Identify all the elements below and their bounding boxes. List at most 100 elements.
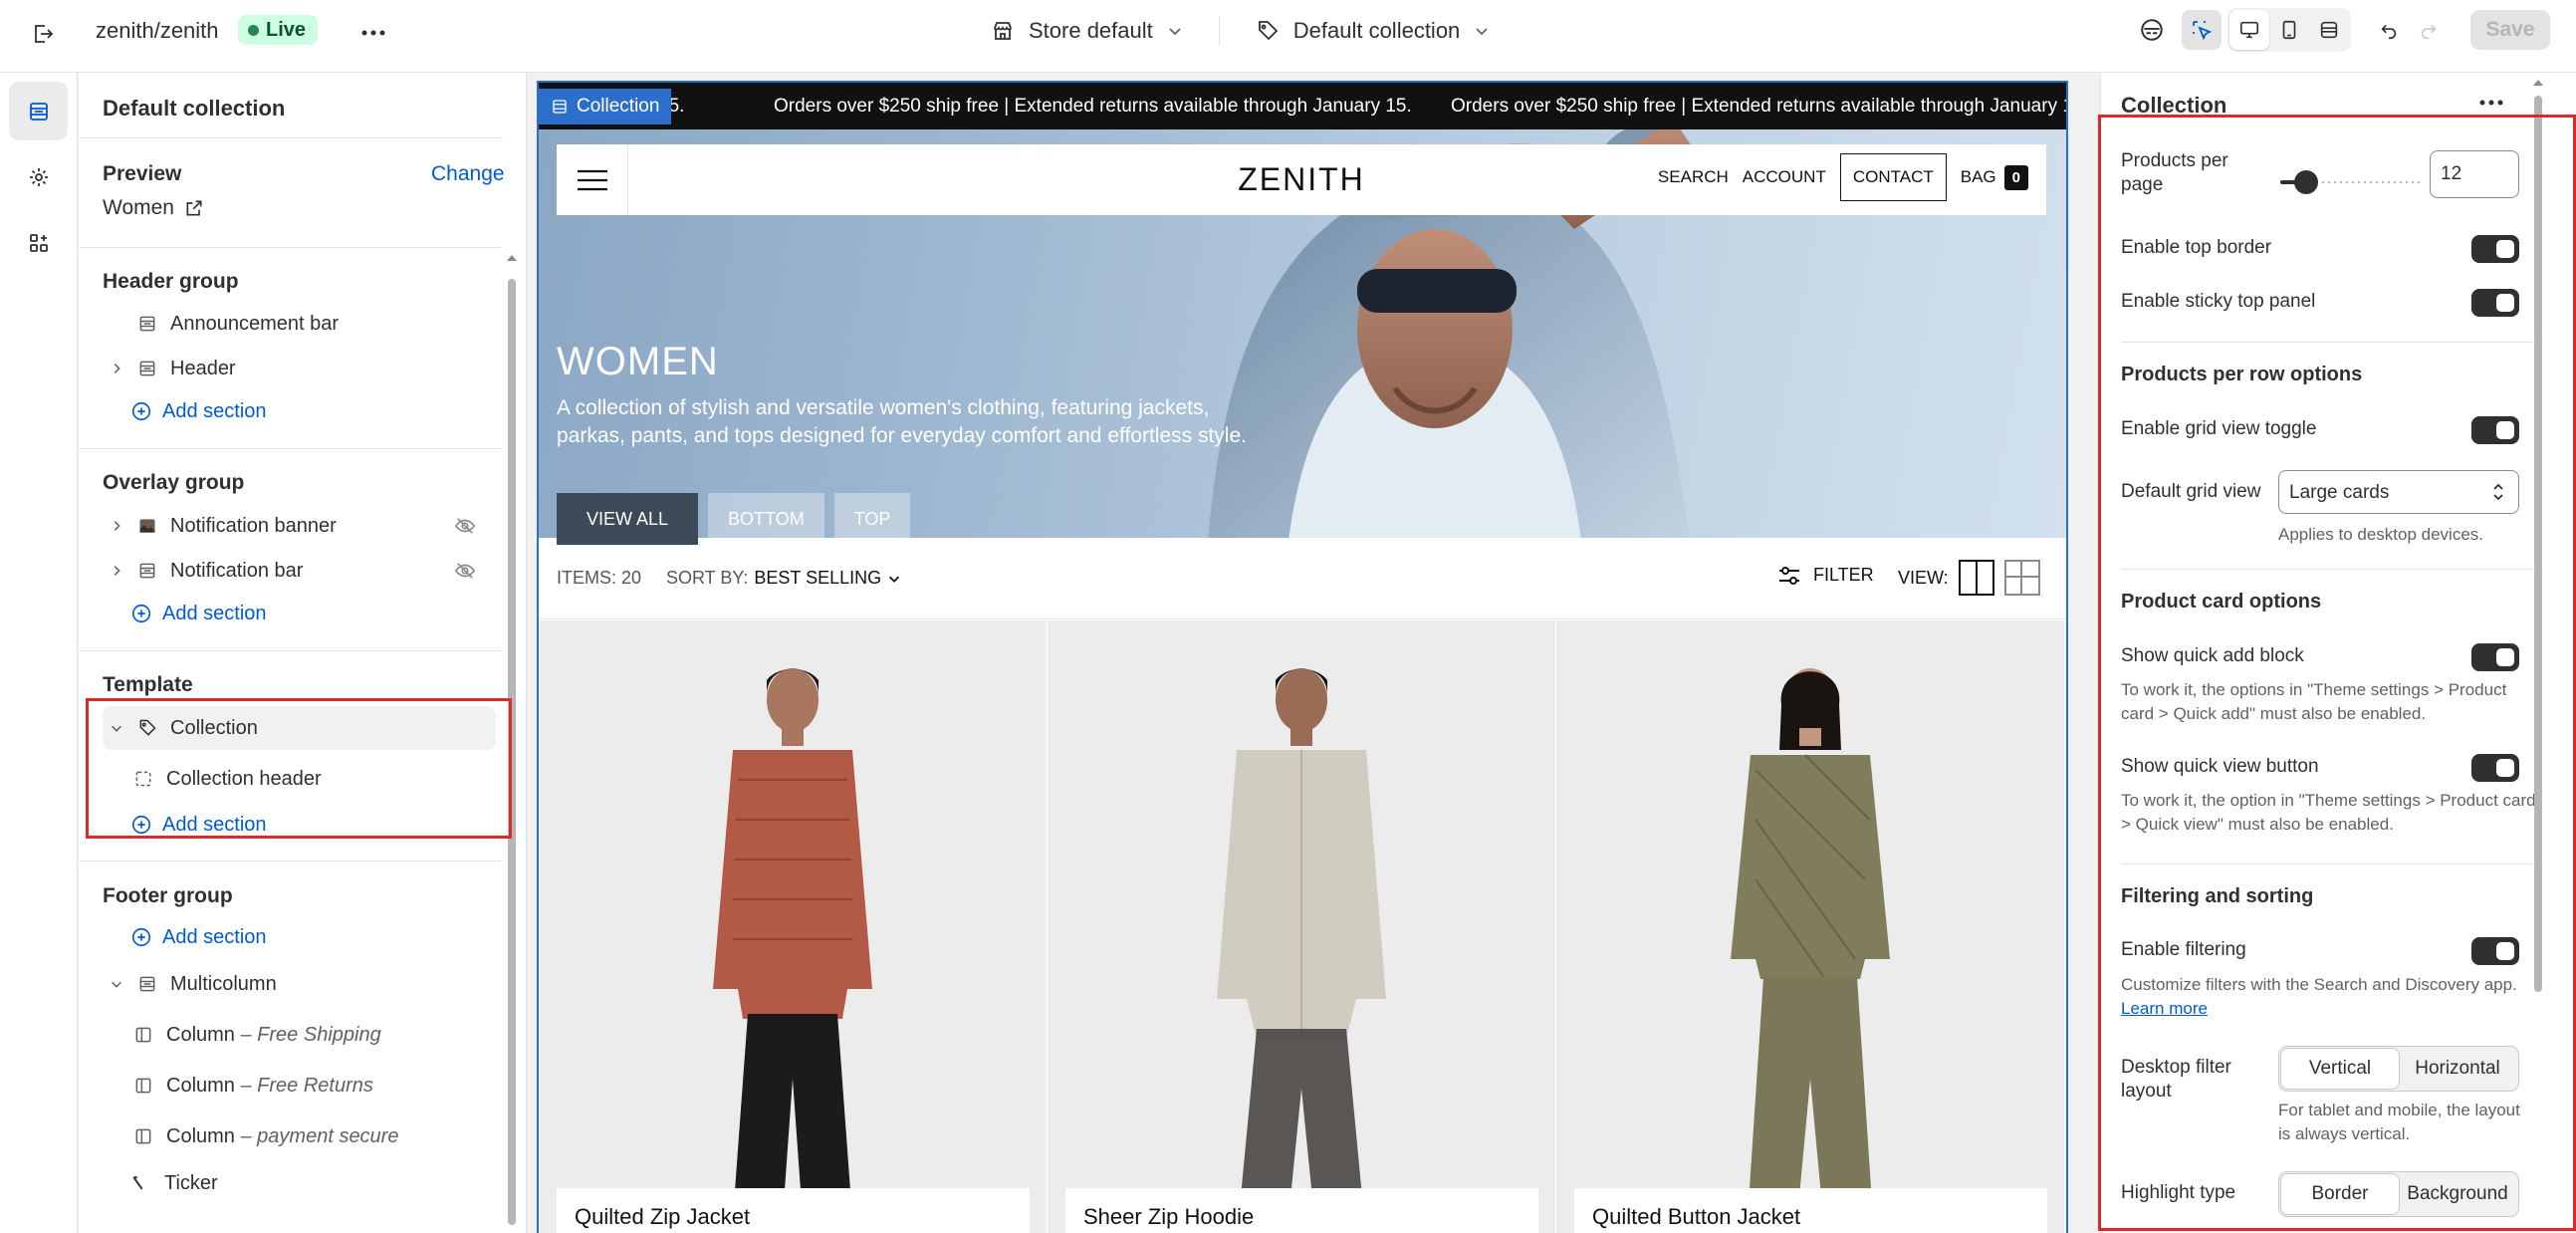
fullscreen-icon[interactable] [2309,10,2349,50]
chevron-down-icon[interactable] [103,721,130,735]
products-per-page-label: Products per page [2121,150,2228,195]
gear-icon[interactable] [9,147,68,206]
product-name[interactable]: Quilted Zip Jacket [557,1188,1030,1233]
apps-icon[interactable] [9,213,68,272]
grid-4-icon[interactable] [2003,560,2040,596]
chevron-right-icon[interactable] [103,362,130,375]
show-quick-add-label: Show quick add block [2121,645,2304,666]
enable-top-border-label: Enable top border [2121,237,2272,258]
enable-top-border-toggle[interactable] [2471,235,2519,263]
enable-filtering-toggle[interactable] [2471,937,2519,965]
preview-resource[interactable]: Women [103,196,204,220]
section-multicolumn[interactable]: Multicolumn [103,962,496,1006]
chevron-down-icon [1169,28,1181,36]
announcement-bar[interactable]: 15. Orders over $250 ship free | Extende… [539,83,2066,129]
collection-toolbar: ITEMS: 20 SORT BY: BEST SELLING FILTER V… [539,538,2066,619]
enable-sticky-top-panel-label: Enable sticky top panel [2121,291,2316,312]
redo-icon[interactable] [2409,10,2449,50]
block-column-payment-secure[interactable]: Column – payment secure [126,1114,496,1158]
column-icon [126,1126,160,1146]
hidden-eye-icon[interactable] [454,515,476,543]
add-section-button[interactable]: Add section [130,922,267,952]
filter-horizontal-option[interactable]: Horizontal [2399,1049,2516,1089]
product-card-heading: Product card options [2121,591,2322,613]
nav-contact[interactable]: CONTACT [1839,153,1947,201]
section-notification-banner[interactable]: Notification banner [103,504,496,548]
section-icon [553,100,567,114]
block-column-free-returns[interactable]: Column – Free Returns [126,1064,496,1108]
template-select[interactable]: Default collection [1256,18,1491,44]
save-button[interactable]: Save [2470,10,2550,50]
product-card[interactable]: Quilted Zip Jacket [539,620,1048,1233]
block-label: Column – payment secure [166,1125,398,1148]
enable-filtering-label: Enable filtering [2121,939,2246,960]
scrollbar-thumb[interactable] [2534,96,2542,992]
settings-scrollbar[interactable] [2531,76,2545,1231]
nav-bag[interactable]: BAG 0 [1961,164,2028,190]
bottom-button[interactable]: BOTTOM [708,493,824,545]
default-grid-view-help: Applies to desktop devices. [2278,525,2484,544]
scrollbar-thumb[interactable] [508,279,516,1225]
product-card[interactable]: Quilted Button Jacket [1556,620,2065,1233]
product-card[interactable]: Sheer Zip Hoodie [1048,620,1556,1233]
sidebar-scrollbar[interactable] [505,247,519,1233]
highlight-type-control: Border Background [2278,1171,2519,1217]
section-header[interactable]: Header [103,347,496,390]
mobile-icon[interactable] [2269,10,2309,50]
more-icon[interactable] [358,18,388,48]
product-name[interactable]: Quilted Button Jacket [1574,1188,2047,1233]
inspector-icon[interactable] [2182,10,2222,50]
top-bar: zenith/zenith Live Store default Default… [0,0,2576,73]
enable-grid-view-toggle[interactable] [2471,416,2519,444]
add-section-button[interactable]: Add section [130,810,267,840]
exit-icon[interactable] [26,17,60,51]
highlight-border-option[interactable]: Border [2281,1174,2399,1214]
section-collection[interactable]: Collection [103,706,496,750]
chevron-right-icon[interactable] [103,564,130,578]
sections-icon[interactable] [9,82,68,140]
hero-description: A collection of stylish and versatile wo… [557,396,1247,447]
section-notification-bar[interactable]: Notification bar [103,549,496,593]
filter-vertical-option[interactable]: Vertical [2281,1049,2399,1089]
change-link[interactable]: Change [431,162,505,186]
divider [79,448,503,449]
add-section-button[interactable]: Add section [130,599,267,628]
product-name[interactable]: Sheer Zip Hoodie [1065,1188,1538,1233]
plus-circle-icon [131,401,151,421]
highlight-background-option[interactable]: Background [2399,1174,2516,1214]
footer-group-label: Footer group [103,884,233,907]
section-ticker[interactable]: Ticker [103,1161,496,1205]
add-section-button[interactable]: Add section [130,396,267,426]
sort-dropdown[interactable]: SORT BY: BEST SELLING [666,568,901,589]
show-quick-add-toggle[interactable] [2471,643,2519,671]
hidden-eye-icon[interactable] [454,560,476,588]
default-grid-view-select[interactable]: Large cards [2278,470,2519,514]
block-collection-header[interactable]: Collection header [126,757,496,801]
more-icon[interactable] [2479,93,2503,111]
filter-button[interactable]: FILTER [1777,565,1874,586]
preview-resource-label: Women [103,196,174,219]
nav-search[interactable]: SEARCH [1658,167,1729,187]
enable-sticky-top-panel-toggle[interactable] [2471,289,2519,317]
store-preview[interactable]: 15. Orders over $250 ship free | Extende… [537,81,2068,1233]
chevron-right-icon[interactable] [103,519,130,533]
top-button[interactable]: TOP [833,493,911,545]
learn-more-link[interactable]: Learn more [2121,999,2208,1018]
products-per-page-slider[interactable] [2280,170,2420,194]
add-section-label: Add section [162,813,267,836]
store-select[interactable]: Store default [991,18,1183,44]
sensei-icon[interactable] [2132,10,2172,50]
block-column-free-shipping[interactable]: Column – Free Shipping [126,1013,496,1057]
slider-knob[interactable] [2294,170,2318,194]
grid-2-icon[interactable] [1958,560,1994,596]
section-announcement-bar[interactable]: Announcement bar [103,302,496,346]
products-per-page-input[interactable]: 12 [2430,150,2519,198]
nav-account[interactable]: ACCOUNT [1743,167,1826,187]
add-section-label: Add section [162,925,267,948]
chevron-down-icon[interactable] [103,977,130,991]
view-all-button[interactable]: VIEW ALL [557,493,699,545]
show-quick-view-toggle[interactable] [2471,754,2519,782]
section-icon [130,561,164,581]
desktop-icon[interactable] [2229,10,2269,50]
undo-icon[interactable] [2369,10,2409,50]
